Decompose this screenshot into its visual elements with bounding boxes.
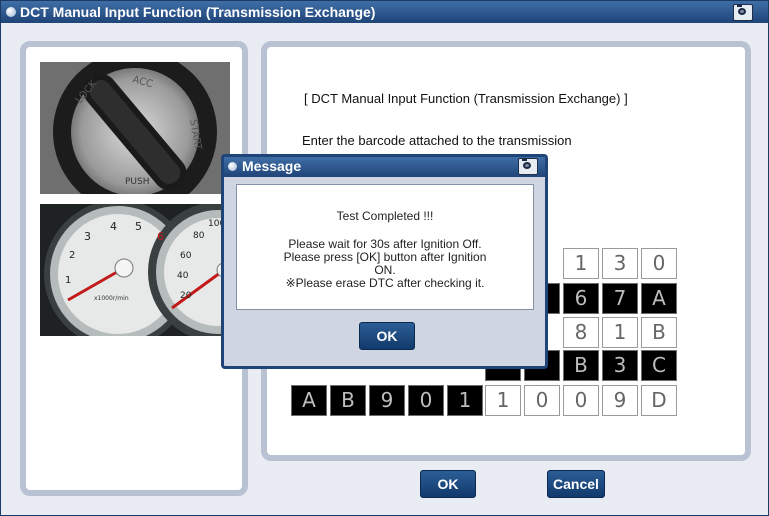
cancel-button[interactable]: Cancel — [547, 470, 605, 498]
tach-label-2: 2 — [69, 250, 75, 261]
barcode-cell[interactable]: 3 — [602, 248, 638, 279]
barcode-cell[interactable]: B — [563, 350, 599, 381]
tach-label-6: 6 — [157, 230, 164, 243]
barcode-cell[interactable]: 9 — [602, 385, 638, 416]
tach-label-4: 4 — [110, 220, 117, 233]
barcode-cell[interactable]: 0 — [563, 385, 599, 416]
function-heading: [ DCT Manual Input Function (Transmissio… — [304, 91, 628, 106]
dialog-title: Message — [242, 158, 302, 174]
barcode-cell[interactable]: 7 — [602, 283, 638, 314]
barcode-cell[interactable]: B — [330, 385, 366, 416]
speed-label-20: 20 — [180, 291, 192, 301]
dialog-message-line: Please press [OK] button after Ignition — [283, 250, 487, 264]
window-bullet-icon — [6, 7, 16, 17]
dialog-bullet-icon — [228, 162, 237, 171]
message-dialog: Message Test Completed !!! Please wait f… — [221, 154, 548, 369]
tach-unit-label: x1000r/min — [94, 295, 129, 302]
barcode-cell[interactable]: 0 — [524, 385, 560, 416]
speed-label-80: 80 — [193, 231, 205, 241]
dialog-message-box: Test Completed !!! Please wait for 30s a… — [236, 184, 534, 310]
instrument-cluster-image: 1 2 3 4 5 6 x1000r/min 60 80 40 20 100 — [40, 204, 230, 336]
ignition-switch-image: LOCK ACC START PUSH — [40, 62, 230, 194]
barcode-cell[interactable]: 1 — [447, 385, 483, 416]
ok-button[interactable]: OK — [420, 470, 476, 498]
barcode-cell[interactable]: 6 — [563, 283, 599, 314]
barcode-cell[interactable]: A — [641, 283, 677, 314]
barcode-cell[interactable]: B — [641, 317, 677, 348]
barcode-cell[interactable]: 1 — [563, 248, 599, 279]
barcode-cell[interactable]: 8 — [563, 317, 599, 348]
speed-label-60: 60 — [180, 251, 192, 261]
barcode-cell[interactable]: 0 — [641, 248, 677, 279]
barcode-cell[interactable]: 1 — [602, 317, 638, 348]
dialog-message-line: ※Please erase DTC after checking it. — [285, 276, 485, 290]
barcode-cell[interactable]: D — [641, 385, 677, 416]
barcode-cell[interactable]: 3 — [602, 350, 638, 381]
push-label: PUSH — [125, 177, 150, 187]
speed-label-40: 40 — [177, 271, 189, 281]
dialog-message-line: Please wait for 30s after Ignition Off. — [288, 237, 482, 251]
dialog-message-line: ON. — [374, 263, 396, 277]
barcode-cell[interactable]: 1 — [485, 385, 521, 416]
dialog-message-line: Test Completed !!! — [336, 209, 434, 223]
barcode-cell[interactable]: C — [641, 350, 677, 381]
dialog-ok-button[interactable]: OK — [359, 322, 415, 350]
ignition-switch-svg: LOCK ACC START PUSH — [40, 62, 230, 194]
camera-icon[interactable] — [733, 4, 753, 21]
barcode-cell[interactable]: 9 — [369, 385, 405, 416]
window-title: DCT Manual Input Function (Transmission … — [20, 4, 376, 20]
title-bar: DCT Manual Input Function (Transmission … — [1, 1, 768, 23]
barcode-instruction: Enter the barcode attached to the transm… — [302, 133, 572, 148]
barcode-cell[interactable]: A — [291, 385, 327, 416]
dialog-title-bar: Message — [224, 157, 545, 177]
barcode-cell[interactable]: 0 — [408, 385, 444, 416]
tach-label-3: 3 — [84, 230, 91, 243]
dialog-camera-icon[interactable] — [518, 158, 538, 175]
tach-label-5: 5 — [135, 220, 142, 233]
tach-label-1: 1 — [65, 275, 71, 286]
instrument-cluster-svg: 1 2 3 4 5 6 x1000r/min 60 80 40 20 100 — [40, 204, 230, 336]
